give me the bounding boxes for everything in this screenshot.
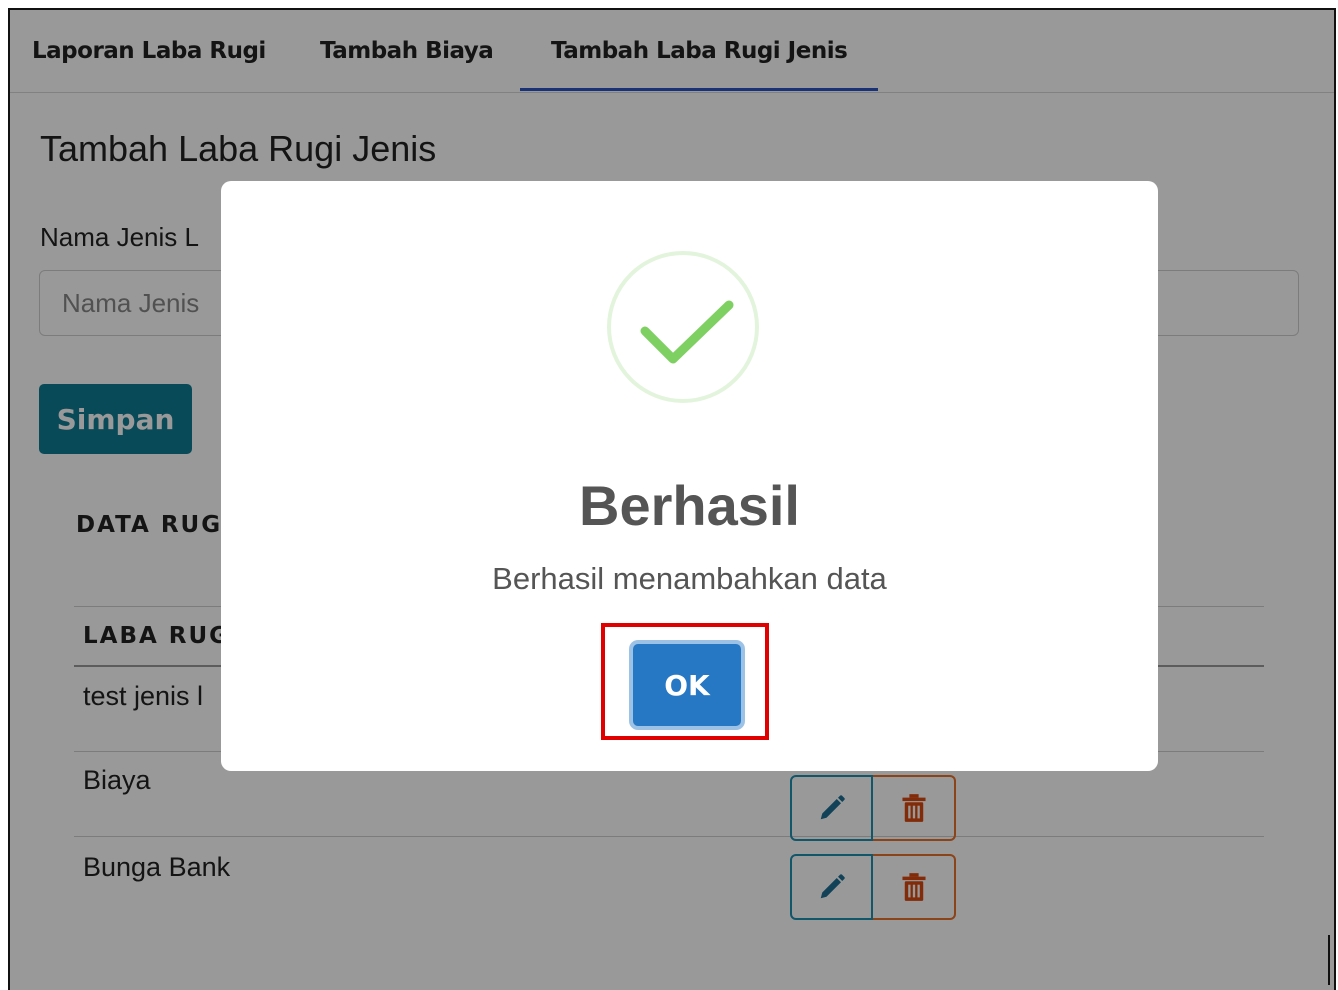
checkmark-icon	[640, 300, 734, 364]
app-frame: Laporan Laba Rugi Tambah Biaya Tambah La…	[8, 8, 1336, 990]
screen-edge	[1328, 935, 1330, 985]
dialog-title: Berhasil	[579, 474, 800, 537]
ok-button[interactable]: OK	[633, 644, 741, 726]
success-dialog: Berhasil Berhasil menambahkan data OK	[221, 181, 1158, 771]
dialog-message: Berhasil menambahkan data	[492, 561, 887, 596]
